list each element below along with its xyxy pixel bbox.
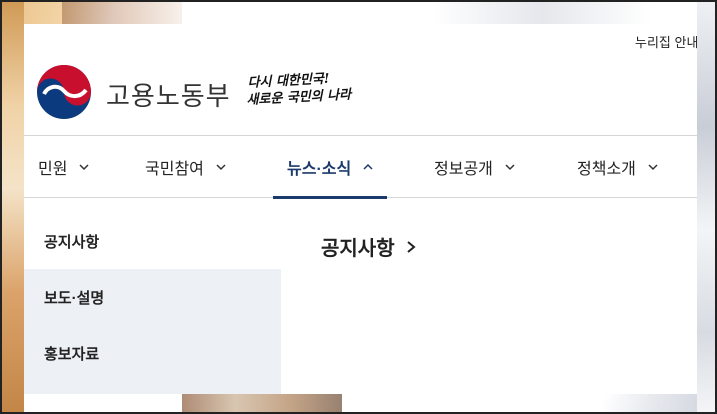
site-guide-link[interactable]: 누리집 안내 <box>635 32 697 51</box>
chevron-down-icon <box>79 163 89 170</box>
chevron-down-icon <box>216 163 226 170</box>
notices-link[interactable]: 공지사항 <box>321 232 417 261</box>
submenu-item-press-releases[interactable]: 보도·설명 <box>24 269 281 325</box>
submenu-item-notices[interactable]: 공지사항 <box>24 213 281 269</box>
chevron-down-icon <box>648 163 658 170</box>
background-decoration-left <box>2 2 24 412</box>
submenu-item-promotional-materials[interactable]: 홍보자료 <box>24 325 281 381</box>
slogan-text: 다시 대한민국! 새로운 국민의 나라 <box>246 69 359 109</box>
nav-item-label: 민원 <box>38 160 68 178</box>
chevron-up-icon <box>363 163 373 170</box>
nav-item-label: 국민참여 <box>145 160 204 178</box>
background-decoration-right <box>697 2 715 412</box>
background-decoration-bottom <box>182 394 342 412</box>
notices-link-label: 공지사항 <box>321 238 395 260</box>
nav-item-participation[interactable]: 국민참여 <box>145 136 226 197</box>
nav-item-label: 뉴스·소식 <box>287 160 352 178</box>
chevron-right-icon <box>406 240 416 253</box>
background-decoration-top <box>62 2 182 24</box>
nav-item-civil-service[interactable]: 민원 <box>38 136 89 197</box>
nav-item-label: 정책소개 <box>577 160 636 178</box>
main-navigation: 민원 국민참여 뉴스·소식 정보공개 정책소개 <box>24 135 697 199</box>
nav-item-policy[interactable]: 정책소개 <box>577 136 658 197</box>
news-submenu: 공지사항 보도·설명 홍보자료 <box>24 213 281 394</box>
nav-item-information-disclosure[interactable]: 정보공개 <box>434 136 515 197</box>
ministry-logo-icon[interactable] <box>36 64 92 120</box>
nav-item-news[interactable]: 뉴스·소식 <box>272 136 388 199</box>
chevron-down-icon <box>505 163 515 170</box>
nav-item-label: 정보공개 <box>434 160 493 178</box>
background-frame: 누리집 안내 고용노동부 다시 대한민국! 새로운 국민의 나라 민원 국민참여 <box>0 0 717 414</box>
site-panel: 누리집 안내 고용노동부 다시 대한민국! 새로운 국민의 나라 민원 국민참여 <box>24 24 697 394</box>
ministry-name[interactable]: 고용노동부 <box>106 76 231 113</box>
background-decoration-top-right <box>432 2 652 24</box>
